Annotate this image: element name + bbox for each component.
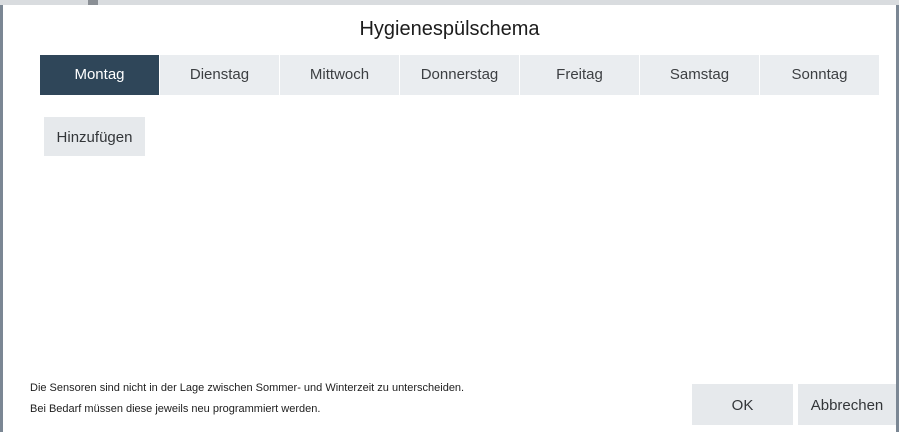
tab-montag[interactable]: Montag (40, 55, 160, 95)
dialog-left-border (0, 5, 3, 432)
tab-sonntag[interactable]: Sonntag (760, 55, 879, 95)
frame-notch (88, 0, 98, 5)
dialog-top-border (0, 0, 899, 5)
tab-donnerstag[interactable]: Donnerstag (400, 55, 520, 95)
cancel-button[interactable]: Abbrechen (798, 384, 896, 425)
hygiene-flush-dialog: Hygienespülschema Montag Dienstag Mittwo… (0, 0, 899, 432)
tab-freitag[interactable]: Freitag (520, 55, 640, 95)
add-button[interactable]: Hinzufügen (44, 117, 145, 156)
tab-samstag[interactable]: Samstag (640, 55, 760, 95)
schedule-list (40, 160, 879, 370)
weekday-tabs: Montag Dienstag Mittwoch Donnerstag Frei… (40, 55, 879, 95)
tab-mittwoch[interactable]: Mittwoch (280, 55, 400, 95)
timezone-note: Die Sensoren sind nicht in der Lage zwis… (30, 378, 464, 420)
ok-button[interactable]: OK (692, 384, 793, 425)
dialog-title: Hygienespülschema (359, 18, 540, 40)
note-line-2: Bei Bedarf müssen diese jeweils neu prog… (30, 403, 321, 415)
tab-dienstag[interactable]: Dienstag (160, 55, 280, 95)
note-line-1: Die Sensoren sind nicht in der Lage zwis… (30, 382, 465, 394)
